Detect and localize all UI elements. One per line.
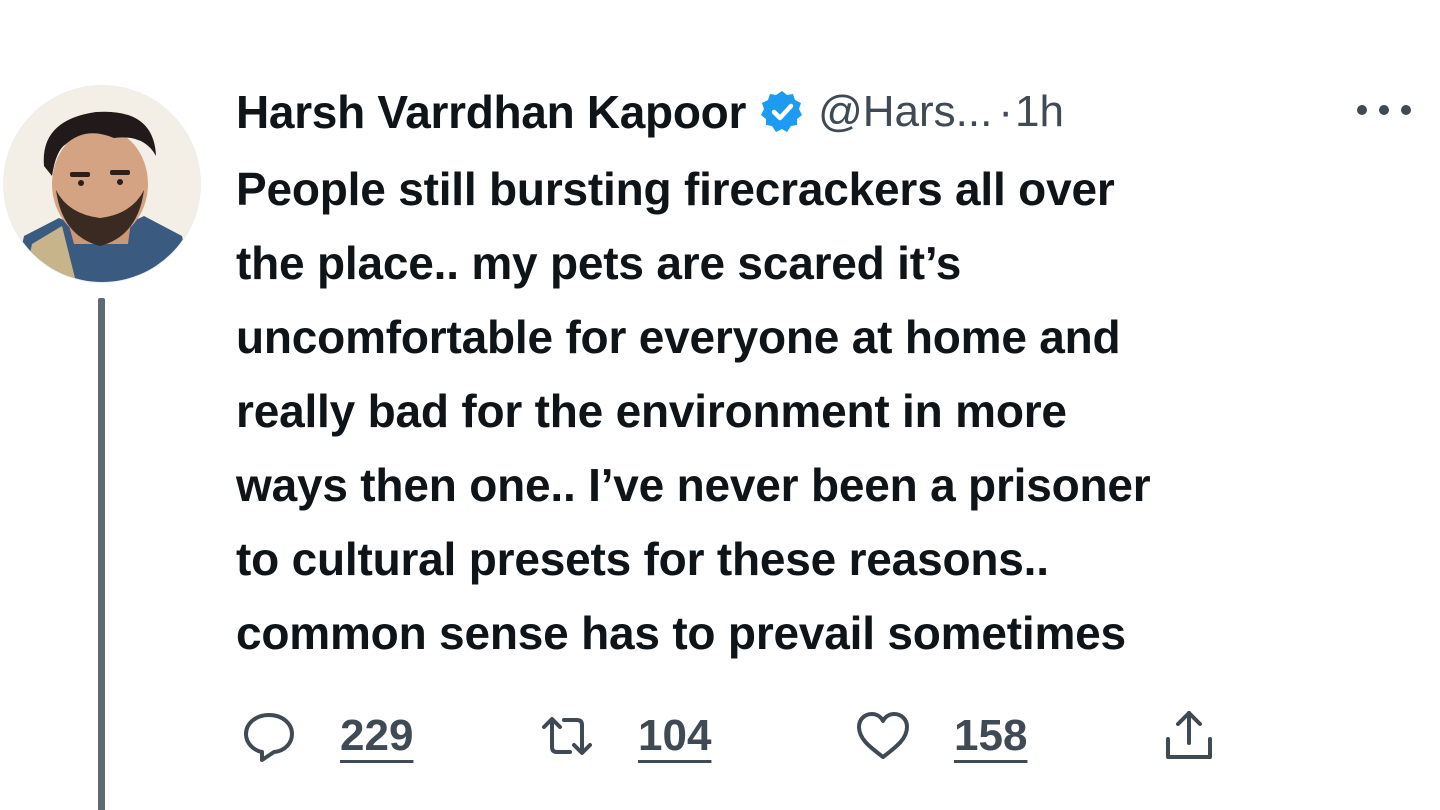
retweet-button[interactable]: 104	[538, 696, 711, 776]
share-button[interactable]	[1160, 696, 1218, 776]
avatar-image	[4, 86, 200, 282]
tweet-text-line: People still bursting firecrackers all o…	[236, 163, 1115, 215]
tweet: Harsh Varrdhan Kapoor @Hars... · 1h Peop…	[0, 0, 1440, 810]
tweet-text: People still bursting firecrackers all o…	[236, 152, 1416, 670]
tweet-text-line: really bad for the environment in more	[236, 385, 1067, 437]
tweet-actions: 229 104 158	[240, 696, 1240, 776]
reply-count: 229	[340, 711, 414, 760]
tweet-header: Harsh Varrdhan Kapoor @Hars... · 1h	[236, 80, 1064, 144]
like-button[interactable]: 158	[854, 696, 1027, 776]
retweet-count: 104	[638, 711, 712, 760]
share-icon	[1166, 711, 1212, 759]
tweet-time[interactable]: 1h	[1015, 87, 1064, 137]
separator-dot: ·	[998, 87, 1013, 136]
retweet-icon	[542, 717, 592, 755]
more-icon[interactable]	[1350, 88, 1418, 132]
tweet-text-line: common sense has to prevail sometimes	[236, 607, 1126, 659]
author-name[interactable]: Harsh Varrdhan Kapoor	[236, 85, 746, 139]
avatar[interactable]	[4, 86, 200, 282]
like-count: 158	[954, 711, 1028, 760]
tweet-text-line: ways then one.. I’ve never been a prison…	[236, 459, 1151, 511]
tweet-text-line: to cultural presets for these reasons..	[236, 533, 1049, 585]
verified-badge-icon	[758, 88, 806, 136]
author-handle[interactable]: @Hars...	[818, 87, 992, 137]
reply-icon	[244, 713, 294, 762]
tweet-text-line: uncomfortable for everyone at home and	[236, 311, 1121, 363]
tweet-text-line: the place.. my pets are scared it’s	[236, 237, 962, 289]
reply-button[interactable]: 229	[240, 696, 413, 776]
thread-line	[98, 298, 105, 810]
like-icon	[857, 712, 909, 759]
